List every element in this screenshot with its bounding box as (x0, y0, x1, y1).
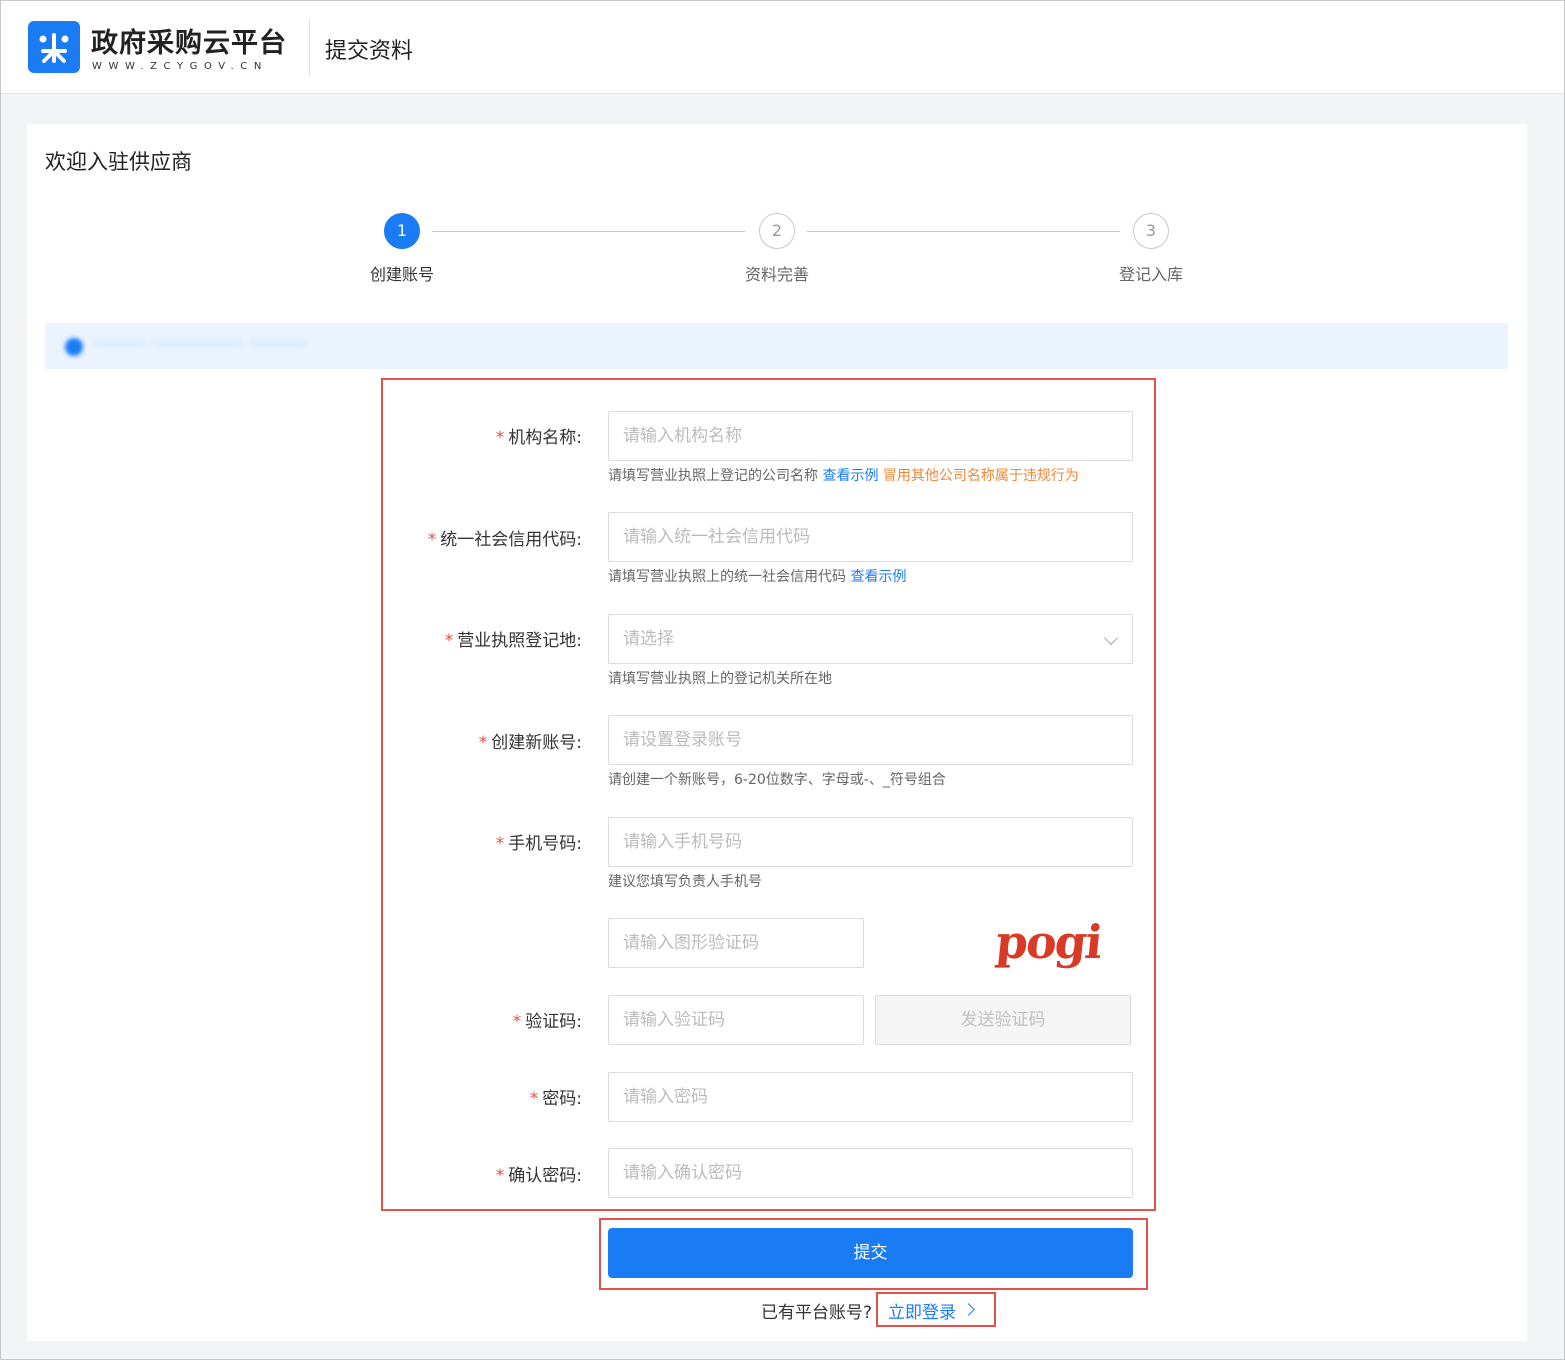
logo-icon[interactable] (28, 21, 80, 73)
welcome-title: 欢迎入驻供应商 (45, 150, 192, 174)
account-hint: 请创建一个新账号，6-20位数字、字母或-、_符号组合 (608, 772, 946, 788)
view-example-link[interactable]: 查看示例 (822, 468, 878, 484)
account-label-text: 创建新账号: (491, 733, 582, 753)
phone-hint: 建议您填写负责人手机号 (608, 874, 762, 890)
org-name-input[interactable]: 请输入机构名称 (608, 411, 1133, 461)
confirm-password-label-text: 确认密码: (508, 1166, 582, 1186)
credit-code-hint: 请填写营业执照上的统一社会信用代码 查看示例 (608, 566, 906, 586)
captcha-input[interactable]: 请输入图形验证码 (608, 918, 864, 968)
credit-code-hint-text: 请填写营业执照上的统一社会信用代码 (608, 569, 846, 585)
confirm-password-label: * 确认密码: (362, 1161, 582, 1186)
phone-label-text: 手机号码: (508, 834, 582, 854)
verify-code-input[interactable]: 请输入验证码 (608, 995, 864, 1045)
org-name-hint-text: 请填写营业执照上登记的公司名称 (608, 468, 818, 484)
header-divider (309, 19, 310, 75)
notice-text: ········ ·············· ········· (95, 336, 308, 352)
required-mark: * (444, 631, 454, 651)
license-place-label-text: 营业执照登记地: (457, 631, 582, 651)
captcha-image[interactable]: pogi (993, 915, 1134, 969)
phone-label: * 手机号码: (362, 829, 582, 854)
password-label: * 密码: (362, 1084, 582, 1109)
required-mark: * (478, 733, 488, 753)
chevron-down-icon (1103, 630, 1119, 646)
required-mark: * (495, 428, 505, 448)
credit-code-input[interactable]: 请输入统一社会信用代码 (608, 512, 1133, 562)
org-name-label: * 机构名称: (362, 423, 582, 448)
credit-code-label-text: 统一社会信用代码: (440, 530, 582, 550)
submit-button[interactable]: 提交 (608, 1228, 1133, 1278)
verify-code-label: * 验证码: (362, 1007, 582, 1032)
license-place-label: * 营业执照登记地: (362, 626, 582, 651)
step-1-label: 创建账号 (369, 265, 434, 284)
password-label-text: 密码: (542, 1089, 582, 1109)
step-1-circle: 1 (384, 213, 420, 249)
required-mark: * (495, 1166, 505, 1186)
send-code-button[interactable]: 发送验证码 (875, 995, 1131, 1045)
step-3-circle: 3 (1133, 213, 1169, 249)
step-connector-2 (807, 231, 1120, 232)
license-place-hint: 请填写营业执照上的登记机关所在地 (608, 671, 832, 687)
required-mark: * (529, 1089, 539, 1109)
info-icon (65, 338, 83, 356)
password-input[interactable]: 请输入密码 (608, 1072, 1133, 1122)
org-name-warning: 冒用其他公司名称属于违规行为 (882, 468, 1079, 484)
required-mark: * (512, 1012, 522, 1032)
org-name-hint: 请填写营业执照上登记的公司名称 查看示例 冒用其他公司名称属于违规行为 (608, 465, 1079, 485)
page-title: 提交资料 (325, 39, 414, 64)
view-example-link[interactable]: 查看示例 (850, 569, 906, 585)
account-label: * 创建新账号: (362, 728, 582, 753)
confirm-password-input[interactable]: 请输入确认密码 (608, 1148, 1133, 1198)
account-input[interactable]: 请设置登录账号 (608, 715, 1133, 765)
org-name-label-text: 机构名称: (508, 428, 582, 448)
top-header: 政府采购云平台 WWW.ZCYGOV.CN 提交资料 (1, 1, 1564, 94)
phone-input[interactable]: 请输入手机号码 (608, 817, 1133, 867)
step-3-label: 登记入库 (1118, 265, 1183, 284)
license-place-placeholder: 请选择 (623, 629, 674, 649)
step-2-label: 资料完善 (744, 265, 809, 284)
have-account-text: 已有平台账号? (761, 1303, 873, 1323)
login-link[interactable]: 立即登录 (888, 1298, 956, 1323)
required-mark: * (495, 834, 505, 854)
license-place-select[interactable]: 请选择 (608, 614, 1133, 664)
step-2-circle: 2 (759, 213, 795, 249)
required-mark: * (427, 530, 437, 550)
notice-banner: ········ ·············· ········· (45, 323, 1508, 369)
verify-code-label-text: 验证码: (525, 1012, 582, 1032)
brand-name: 政府采购云平台 (91, 28, 287, 59)
credit-code-label: * 统一社会信用代码: (362, 525, 582, 550)
brand-url: WWW.ZCYGOV.CN (92, 61, 268, 72)
step-connector-1 (432, 231, 745, 232)
